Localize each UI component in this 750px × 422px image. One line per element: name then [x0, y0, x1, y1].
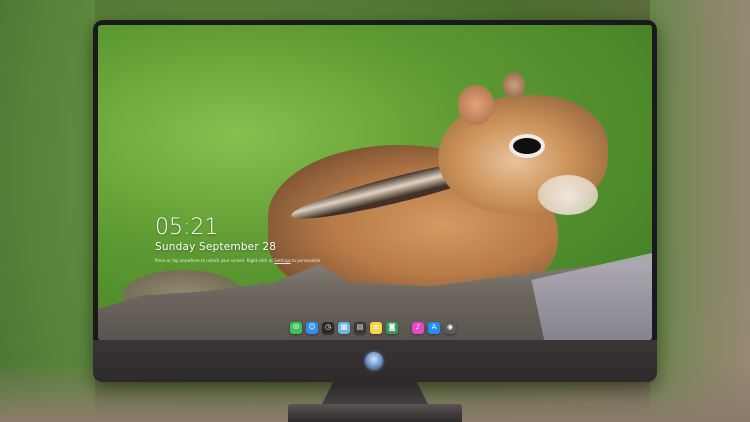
- camera-icon[interactable]: ◉: [444, 321, 456, 334]
- dock: ✉ ☺ ◷ ▦ ▤ ≡ ◙ ♪ A ◉: [290, 320, 456, 335]
- clapper-icon[interactable]: ▤: [354, 321, 366, 334]
- itunes-icon[interactable]: ♪: [412, 321, 424, 334]
- wallpaper-chipmunk-ear: [458, 85, 494, 125]
- screen[interactable]: 05:21 Sunday September 28 Press or tap a…: [98, 25, 652, 340]
- monitor: 05:21 Sunday September 28 Press or tap a…: [93, 20, 657, 382]
- notice-text: Press or tap anywhere to unlock your scr…: [155, 258, 273, 263]
- finder-icon[interactable]: ☺: [306, 321, 318, 334]
- background-blur-right: [650, 0, 750, 422]
- lock-screen-date: Sunday September 28: [155, 241, 277, 253]
- wallpaper-chipmunk-eye: [513, 138, 541, 154]
- brand-logo-icon: [365, 352, 383, 370]
- monitor-stand-base: [288, 404, 462, 422]
- lock-screen-notice: Press or tap anywhere to unlock your scr…: [155, 258, 320, 263]
- wallpaper-chipmunk-cheek: [538, 175, 598, 215]
- notice-settings-link[interactable]: Settings: [274, 258, 290, 263]
- notice-text-suffix: to personalize: [291, 258, 321, 263]
- photo-booth-icon[interactable]: ◙: [386, 321, 398, 334]
- preview-icon[interactable]: ▦: [338, 321, 350, 334]
- background-blur-left: [0, 0, 95, 422]
- app-store-icon[interactable]: A: [428, 321, 440, 334]
- messages-icon[interactable]: ✉: [290, 321, 302, 334]
- lock-screen-time: 05:21: [155, 215, 219, 240]
- notes-icon[interactable]: ≡: [370, 321, 382, 334]
- clock-icon[interactable]: ◷: [322, 321, 334, 334]
- wallpaper-chipmunk-ear-back: [503, 72, 525, 98]
- monitor-chin: [93, 340, 657, 382]
